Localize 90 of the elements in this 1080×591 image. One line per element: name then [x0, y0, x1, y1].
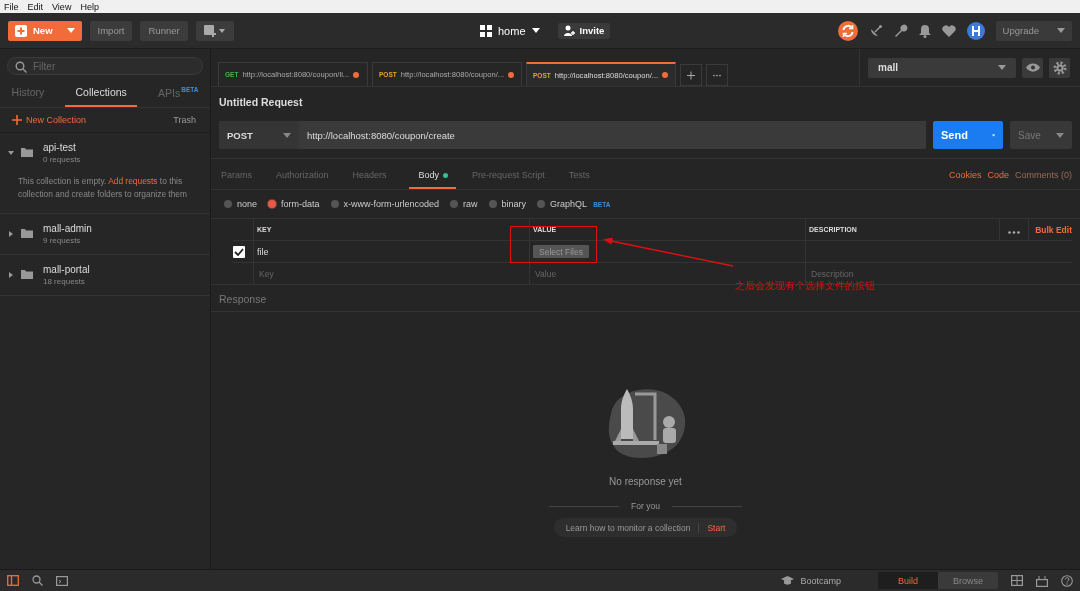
- new-window-icon: [203, 24, 226, 37]
- body-type-radio[interactable]: x-www-form-urlencoded: [330, 199, 440, 209]
- caret-right-icon: [8, 230, 14, 237]
- heart-icon[interactable]: [941, 24, 956, 37]
- eye-button[interactable]: [1022, 57, 1043, 78]
- method-dropdown[interactable]: POST: [219, 121, 299, 149]
- eye-icon: [1025, 63, 1040, 72]
- workspace-dropdown[interactable]: home: [474, 23, 546, 38]
- menu-item[interactable]: View: [52, 1, 72, 12]
- menu-item[interactable]: File: [4, 1, 19, 12]
- key-field[interactable]: Key: [257, 267, 529, 280]
- caret-icon: [66, 28, 75, 33]
- avatar-icon[interactable]: [966, 21, 985, 40]
- sidebar-tab[interactable]: APIs$^{BETA}$: [156, 79, 201, 107]
- mode-toggle[interactable]: Build: [878, 572, 938, 589]
- bootcamp-button[interactable]: Bootcamp: [775, 574, 847, 587]
- caret-icon: [1056, 132, 1064, 138]
- sync-icon[interactable]: [837, 20, 858, 41]
- request-section-tab[interactable]: Body: [408, 159, 457, 189]
- start-link[interactable]: Start: [698, 522, 726, 533]
- plus-icon: [15, 24, 27, 37]
- new-collection-button[interactable]: New Collection: [12, 114, 87, 125]
- folder-icon: [21, 148, 33, 157]
- sidebar-toggle-icon[interactable]: [7, 575, 19, 586]
- request-title: Untitled Request: [219, 95, 304, 110]
- header-link[interactable]: Cookies: [948, 170, 982, 180]
- invite-button[interactable]: Invite: [557, 22, 611, 39]
- grid-icon: [480, 24, 492, 37]
- folder-icon: [21, 229, 33, 238]
- collection-name: api-test: [43, 141, 77, 153]
- collection-name: mall-portal: [43, 263, 90, 275]
- tip-text: Learn how to monitor a collection: [565, 522, 691, 533]
- runner-button[interactable]: Runner: [140, 20, 188, 41]
- ellipsis-icon: [713, 73, 721, 77]
- caret-icon: [1057, 28, 1065, 33]
- mode-toggle[interactable]: Browse: [938, 572, 998, 589]
- caret-down-icon: [8, 149, 14, 156]
- caret-right-icon: [8, 271, 14, 278]
- caret-icon: [998, 65, 1006, 70]
- table-cell: file: [257, 246, 269, 257]
- caret-icon: [991, 132, 995, 138]
- request-count: 18 requests: [43, 276, 86, 286]
- caret-icon: [283, 132, 291, 138]
- send-button[interactable]: Send: [933, 121, 1003, 149]
- settings-icon: [1052, 60, 1067, 75]
- collection-item[interactable]: api-test 0 requests: [0, 132, 210, 173]
- settings-button[interactable]: [1049, 57, 1070, 78]
- plus-icon: [12, 114, 22, 125]
- folder-icon: [21, 270, 33, 279]
- add-tab-button[interactable]: [680, 64, 702, 86]
- more-button[interactable]: [999, 219, 1030, 240]
- menu-item[interactable]: Edit: [27, 1, 44, 12]
- body-type-radio[interactable]: raw: [450, 199, 478, 209]
- add-user-icon: [563, 25, 575, 36]
- collection-item[interactable]: mall-portal 18 requests: [0, 254, 210, 295]
- annotation-text: 之后会发现有个选择文件的按钮: [735, 279, 875, 293]
- add-requests-link[interactable]: Add requests: [108, 175, 158, 186]
- request-count: 9 requests: [43, 235, 82, 245]
- section-label: For you: [631, 501, 660, 511]
- sidebar-tab[interactable]: Collections: [65, 79, 137, 107]
- graduation-cap-icon: [781, 576, 795, 585]
- body-type-radio[interactable]: none: [224, 199, 258, 209]
- description-field[interactable]: Description: [809, 267, 1072, 280]
- header-link[interactable]: Code: [987, 170, 1009, 180]
- satellite-icon[interactable]: [868, 23, 883, 38]
- checkbox[interactable]: [233, 245, 245, 258]
- bulk-edit-link[interactable]: Bulk Edit: [1029, 224, 1072, 235]
- collection-name: mall-admin: [43, 222, 92, 234]
- empty-state-text: No response yet: [609, 476, 682, 487]
- body-type-radio[interactable]: binary: [488, 199, 527, 209]
- plus-icon: [687, 69, 695, 81]
- ellipsis-icon: [1008, 231, 1021, 234]
- trash-button[interactable]: Trash: [173, 114, 196, 125]
- bell-icon[interactable]: [918, 23, 931, 38]
- environment-dropdown[interactable]: mall: [868, 57, 1016, 78]
- request-count: 0 requests: [43, 154, 81, 164]
- filter-field[interactable]: Filter: [7, 57, 203, 75]
- console-icon[interactable]: [56, 575, 68, 586]
- url-field[interactable]: http://localhost:8080/coupon/create: [299, 121, 926, 149]
- upgrade-button[interactable]: Upgrade: [995, 20, 1072, 41]
- caret-icon: [531, 28, 540, 33]
- import-button[interactable]: Import: [89, 20, 133, 41]
- two-pane-icon[interactable]: [1011, 575, 1023, 586]
- menu-item[interactable]: Help: [80, 1, 99, 12]
- collection-item[interactable]: mall-admin 9 requests: [0, 213, 210, 254]
- new-window-button[interactable]: [195, 20, 234, 41]
- empty-collection-note: This collection is empty. Add requests to this collection and create folders to organize them: [17, 174, 188, 201]
- help-icon[interactable]: [1061, 574, 1073, 587]
- search-icon[interactable]: [32, 575, 43, 586]
- body-type-radio[interactable]: form-data: [268, 199, 320, 209]
